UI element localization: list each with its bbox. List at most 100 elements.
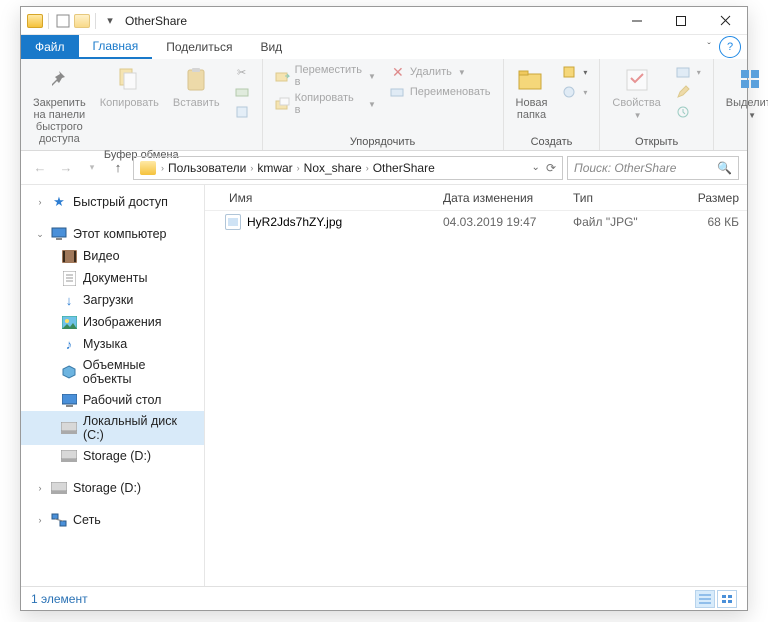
maximize-button[interactable] — [659, 7, 703, 35]
breadcrumb-item[interactable]: kmwar — [254, 161, 295, 175]
address-bar[interactable]: › Пользователи› kmwar› Nox_share› OtherS… — [133, 156, 563, 180]
col-name[interactable]: Имя — [205, 191, 435, 205]
search-input[interactable]: Поиск: OtherShare 🔍 — [567, 156, 739, 180]
nav-desktop[interactable]: Рабочий стол — [21, 389, 204, 411]
move-to-icon — [275, 68, 291, 84]
group-open-label: Открыть — [608, 134, 704, 148]
nav-forward-button[interactable]: → — [55, 157, 77, 179]
help-button[interactable]: ? — [719, 36, 741, 58]
network-icon — [51, 512, 67, 528]
copy-to-button[interactable]: Копировать в▼ — [271, 91, 380, 117]
video-icon — [61, 248, 77, 264]
pictures-icon — [61, 314, 77, 330]
file-date: 04.03.2019 19:47 — [435, 215, 565, 229]
tab-home[interactable]: Главная — [79, 35, 153, 59]
nav-up-button[interactable]: ↑ — [107, 157, 129, 179]
minimize-button[interactable] — [615, 7, 659, 35]
delete-button[interactable]: ✕Удалить▼ — [386, 63, 495, 81]
app-icon — [27, 14, 43, 28]
pc-icon — [51, 226, 67, 242]
nav-documents[interactable]: Документы — [21, 267, 204, 289]
cut-button[interactable]: ✂ — [230, 63, 254, 81]
title-bar: ▾ OtherShare — [21, 7, 747, 35]
qat-checkbox-icon[interactable] — [54, 12, 72, 30]
drive-icon — [51, 480, 67, 496]
file-row[interactable]: HyR2Jds7hZY.jpg 04.03.2019 19:47 Файл "J… — [205, 211, 747, 233]
nav-music[interactable]: ♪Музыка — [21, 333, 204, 355]
ribbon: Закрепить на панели быстрого доступа Коп… — [21, 59, 747, 151]
nav-back-button[interactable]: ← — [29, 157, 51, 179]
music-icon: ♪ — [61, 336, 77, 352]
history-button[interactable] — [671, 103, 705, 121]
copy-button[interactable]: Копировать — [96, 63, 163, 111]
file-size: 68 КБ — [675, 215, 747, 229]
nav-downloads[interactable]: ↓Загрузки — [21, 289, 204, 311]
col-date[interactable]: Дата изменения — [435, 191, 565, 205]
new-item-button[interactable]: ▾ — [557, 63, 591, 81]
nav-videos[interactable]: Видео — [21, 245, 204, 267]
refresh-button[interactable]: ⟳ — [546, 161, 556, 175]
select-button[interactable]: Выделить ▼ — [722, 63, 768, 123]
drive-icon — [61, 448, 77, 464]
easy-access-icon — [561, 84, 577, 100]
downloads-icon: ↓ — [61, 292, 77, 308]
properties-icon — [622, 65, 652, 95]
view-icons-button[interactable] — [717, 590, 737, 608]
paste-shortcut-icon — [234, 104, 250, 120]
tab-file[interactable]: Файл — [21, 35, 79, 59]
copy-path-button[interactable] — [230, 83, 254, 101]
breadcrumb-item[interactable]: Nox_share — [301, 161, 365, 175]
file-type: Файл "JPG" — [565, 215, 675, 229]
addr-dropdown-icon[interactable]: ⌄ — [532, 162, 540, 173]
close-button[interactable] — [703, 7, 747, 35]
star-icon: ★ — [51, 194, 67, 210]
navigation-pane: ›★Быстрый доступ ⌄Этот компьютер Видео Д… — [21, 185, 205, 586]
new-item-icon — [561, 64, 577, 80]
nav-this-pc[interactable]: ⌄Этот компьютер — [21, 223, 204, 245]
col-size[interactable]: Размер — [675, 191, 747, 205]
delete-icon: ✕ — [390, 64, 406, 80]
pin-quickaccess-button[interactable]: Закрепить на панели быстрого доступа — [29, 63, 90, 147]
cube-icon — [61, 364, 77, 380]
nav-pictures[interactable]: Изображения — [21, 311, 204, 333]
easy-access-button[interactable]: ▾ — [557, 83, 591, 101]
breadcrumb-item[interactable]: Пользователи — [165, 161, 249, 175]
select-icon — [736, 65, 766, 95]
new-folder-button[interactable]: Новая папка — [512, 63, 552, 123]
nav-quick-access[interactable]: ›★Быстрый доступ — [21, 191, 204, 213]
view-details-button[interactable] — [695, 590, 715, 608]
nav-3d-objects[interactable]: Объемные объекты — [21, 355, 204, 389]
search-icon: 🔍 — [717, 161, 732, 175]
nav-recent-button[interactable]: ▾ — [81, 157, 103, 179]
edit-button[interactable] — [671, 83, 705, 101]
nav-network[interactable]: ›Сеть — [21, 509, 204, 531]
ribbon-collapse-icon[interactable]: ˇ — [699, 35, 719, 59]
qat-folder-icon[interactable] — [74, 14, 90, 28]
copy-to-icon — [275, 96, 291, 112]
status-text: 1 элемент — [31, 592, 88, 606]
paste-shortcut-button[interactable] — [230, 103, 254, 121]
pin-icon — [44, 65, 74, 95]
properties-button[interactable]: Свойства ▼ — [608, 63, 664, 123]
nav-storage-d-root[interactable]: ›Storage (D:) — [21, 477, 204, 499]
group-organize-label: Упорядочить — [271, 134, 495, 148]
explorer-window: ▾ OtherShare Файл Главная Поделиться Вид… — [20, 6, 748, 611]
tab-view[interactable]: Вид — [246, 35, 296, 59]
file-type-icon — [225, 214, 241, 230]
nav-storage-d[interactable]: Storage (D:) — [21, 445, 204, 467]
cut-icon: ✂ — [234, 64, 250, 80]
paste-icon — [181, 65, 211, 95]
breadcrumb-item[interactable]: OtherShare — [370, 161, 438, 175]
qat-dropdown-icon[interactable]: ▾ — [101, 12, 119, 30]
move-to-button[interactable]: Переместить в▼ — [271, 63, 380, 89]
desktop-icon — [61, 392, 77, 408]
nav-local-disk-c[interactable]: Локальный диск (C:) — [21, 411, 204, 445]
col-type[interactable]: Тип — [565, 191, 675, 205]
rename-icon — [390, 84, 406, 100]
search-placeholder: Поиск: OtherShare — [574, 161, 676, 175]
open-button[interactable]: ▾ — [671, 63, 705, 81]
open-icon — [675, 64, 691, 80]
paste-button[interactable]: Вставить — [169, 63, 224, 111]
tab-share[interactable]: Поделиться — [152, 35, 246, 59]
rename-button[interactable]: Переименовать — [386, 83, 495, 101]
